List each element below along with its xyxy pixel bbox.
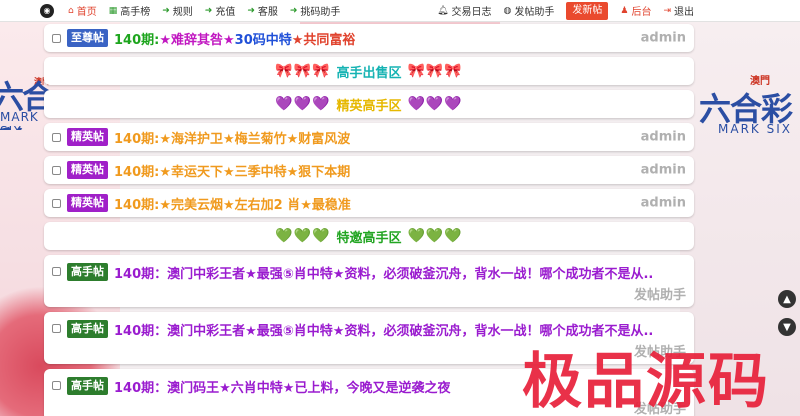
nav-right-group: 🔔︎ 交易日志 ◍ 发帖助手 发新帖 ♟ 后台 ⇥ 退出	[431, 0, 700, 22]
home-icon: ⌂	[68, 5, 74, 16]
admin-icon: ♟	[620, 5, 629, 16]
backend-link[interactable]: ♟ 后台	[614, 0, 657, 22]
post-checkbox[interactable]	[52, 381, 61, 390]
post-title[interactable]: 140期:★海洋护卫★梅兰菊竹★财富风波	[114, 128, 350, 147]
post-checkbox[interactable]	[52, 33, 61, 43]
list-icon: ▦	[108, 5, 118, 16]
post-badge: 精英帖	[67, 161, 108, 179]
logout-link[interactable]: ⇥ 退出	[657, 0, 700, 22]
post-author[interactable]: admin	[641, 196, 686, 211]
site-logo-icon[interactable]: ◉	[40, 3, 54, 18]
post-title[interactable]: 140期：澳门中彩王者★最强⑤肖中特★资料，必须破釜沉舟，背水一战！哪个成功者不…	[114, 320, 654, 339]
post-badge: 高手帖	[67, 263, 108, 281]
section-title[interactable]: 高手出售区	[336, 62, 401, 81]
post-author[interactable]: admin	[641, 31, 686, 46]
arrow-icon: ➜	[162, 5, 170, 16]
post-row-supreme[interactable]: 至尊帖 140期:★难辞其咎★30码中特★共同富裕 admin	[44, 24, 694, 52]
post-badge: 精英帖	[67, 194, 108, 212]
post-author[interactable]: admin	[641, 163, 686, 178]
nav-item-label: 高手榜	[120, 7, 151, 18]
post-checkbox[interactable]	[52, 198, 61, 208]
post-title[interactable]: 140期:★完美云烟★左右加2 肖★最稳准	[114, 194, 351, 213]
post-helper-label: 发帖助手	[514, 7, 555, 18]
nav-item-leaderboard[interactable]: ▦ 高手榜	[103, 0, 157, 22]
nav-item-label: 规则	[172, 7, 193, 18]
arrow-icon: ➜	[247, 5, 255, 16]
post-badge: 高手帖	[67, 377, 108, 395]
nav-item-home[interactable]: ⌂ 首页	[62, 0, 103, 22]
post-badge: 至尊帖	[67, 29, 108, 47]
nav-item-label: 充值	[215, 7, 236, 18]
brand-subtitle: MARK SIX	[718, 122, 792, 136]
helper-avatar-icon: ◍	[503, 5, 512, 16]
section-header-invited: 💚💚💚 特邀高手区 💚💚💚	[44, 222, 694, 250]
trade-log-label: 交易日志	[451, 7, 492, 18]
post-badge: 高手帖	[67, 320, 108, 338]
scroll-up-button[interactable]: ▲	[778, 290, 796, 308]
post-row-elite[interactable]: 精英帖 140期:★幸运天下★三季中特★狠下本期 admin	[44, 156, 694, 184]
green-heart-icon: 💚💚💚	[275, 228, 331, 244]
arrow-icon: ➜	[289, 5, 298, 16]
logout-icon: ⇥	[663, 5, 671, 16]
nav-item-label: 首页	[76, 7, 97, 18]
ribbon-icon: 🎀🎀🎀	[275, 63, 331, 79]
brand-logo-right: 澳門 六合彩 MARK SIX	[690, 70, 800, 140]
logout-label: 退出	[674, 7, 694, 18]
section-title[interactable]: 精英高手区	[336, 95, 401, 114]
nav-item-label: 挑码助手	[300, 7, 341, 18]
ribbon-icon: 🎀🎀🎀	[407, 63, 463, 79]
section-title[interactable]: 特邀高手区	[336, 227, 401, 246]
watermark-text: 极品源码	[522, 347, 770, 416]
nav-item-rules[interactable]: ➜ 规则	[156, 0, 199, 22]
post-row-master[interactable]: 高手帖 140期：澳门中彩王者★最强⑤肖中特★资料，必须破釜沉舟，背水一战！哪个…	[44, 255, 694, 307]
scroll-down-button[interactable]: ▼	[778, 318, 796, 336]
arrow-icon: ➜	[204, 5, 213, 16]
trade-log-link[interactable]: 🔔︎ 交易日志	[431, 0, 497, 22]
nav-item-number-helper[interactable]: ➜ 挑码助手	[284, 0, 347, 22]
new-post-button[interactable]: 发新帖	[566, 1, 609, 20]
post-title[interactable]: 140期:★幸运天下★三季中特★狠下本期	[114, 161, 350, 180]
section-header-elite: 💜💜💜 精英高手区 💜💜💜	[44, 90, 694, 118]
purple-heart-icon: 💜💜💜	[275, 96, 331, 112]
post-row-elite[interactable]: 精英帖 140期:★完美云烟★左右加2 肖★最稳准 admin	[44, 189, 694, 217]
post-title[interactable]: 140期：澳门中彩王者★最强⑤肖中特★资料，必须破釜沉舟，背水一战！哪个成功者不…	[114, 263, 654, 282]
nav-item-support[interactable]: ➜ 客服	[241, 0, 284, 22]
post-author[interactable]: admin	[641, 130, 686, 145]
nav-item-recharge[interactable]: ➜ 充值	[199, 0, 242, 22]
bell-icon: 🔔︎	[437, 5, 449, 16]
top-navigation-bar: ◉ ⌂ 首页 ▦ 高手榜 ➜ 规则 ➜ 充值 ➜ 客服 ➜ 挑码助手 🔔︎ 交易…	[0, 0, 800, 22]
post-row-elite[interactable]: 精英帖 140期:★海洋护卫★梅兰菊竹★财富风波 admin	[44, 123, 694, 151]
backend-label: 后台	[631, 7, 652, 18]
purple-heart-icon: 💜💜💜	[407, 96, 463, 112]
post-checkbox[interactable]	[52, 132, 61, 142]
post-checkbox[interactable]	[52, 267, 61, 276]
green-heart-icon: 💚💚💚	[407, 228, 463, 244]
post-title[interactable]: 140期:★难辞其咎★30码中特★共同富裕	[114, 29, 355, 48]
post-author[interactable]: 发帖助手	[634, 284, 686, 303]
section-header-sell: 🎀🎀🎀 高手出售区 🎀🎀🎀	[44, 57, 694, 85]
nav-item-label: 客服	[257, 7, 278, 18]
post-badge: 精英帖	[67, 128, 108, 146]
post-checkbox[interactable]	[52, 165, 61, 175]
post-checkbox[interactable]	[52, 324, 61, 333]
post-helper-link[interactable]: ◍ 发帖助手	[498, 0, 561, 22]
